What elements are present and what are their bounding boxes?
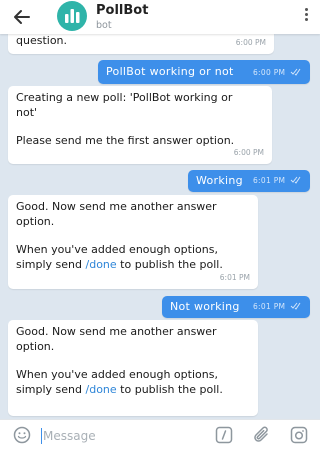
message-text: Creating a new poll: 'PollBot working or [16, 91, 233, 104]
message-composer [0, 419, 320, 450]
more-options-button[interactable] [300, 8, 312, 26]
camera-button[interactable] [289, 425, 309, 445]
smiley-icon [13, 426, 31, 444]
message-outgoing[interactable]: PollBot working or not 6:00 PM [98, 60, 310, 84]
attach-button[interactable] [252, 424, 272, 446]
message-time: 6:01 PM [252, 301, 286, 311]
message-outgoing[interactable]: Not working 6:01 PM [162, 296, 310, 318]
avatar[interactable] [57, 1, 87, 31]
message-text: PollBot working or not [106, 65, 234, 78]
message-input[interactable] [43, 426, 203, 446]
message-outgoing[interactable]: Working 6:01 PM [188, 170, 310, 192]
chat-subtitle: bot [96, 20, 112, 31]
message-list[interactable]: question. 6:00 PM PollBot working or not… [0, 34, 320, 419]
chat-header: PollBot bot [0, 0, 320, 34]
done-command-link[interactable]: /done [86, 258, 117, 271]
text-cursor [41, 428, 42, 444]
double-check-icon [290, 68, 301, 76]
message-text: simply send /done to publish the poll. [16, 257, 223, 271]
message-time: 6:00 PM [233, 147, 264, 157]
slash-command-icon [215, 426, 233, 444]
message-time: 6:01 PM [219, 272, 250, 282]
message-text: option. [16, 214, 55, 228]
message-meta: 6:01 PM [253, 174, 302, 189]
message-text: Working [196, 174, 243, 187]
back-button[interactable] [10, 5, 34, 29]
message-time: 6:01 PM [252, 175, 286, 185]
message-time: 6:00 PM [235, 37, 266, 47]
message-time: 6:00 PM [252, 67, 286, 77]
message-incoming[interactable]: Good. Now send me another answer option.… [8, 195, 258, 289]
done-command-link[interactable]: /done [86, 383, 117, 396]
message-incoming[interactable]: Good. Now send me another answer option.… [8, 320, 258, 416]
message-meta: 6:00 PM [253, 66, 302, 81]
message-text: option. [16, 339, 55, 353]
more-vertical-icon [300, 8, 312, 21]
camera-icon [290, 426, 308, 444]
message-text: Not working [170, 300, 240, 313]
chat-title[interactable]: PollBot [96, 3, 148, 18]
message-text: Good. Now send me another answer [16, 200, 217, 213]
paperclip-icon [254, 426, 268, 442]
message-text: Good. Now send me another answer [16, 325, 217, 338]
message-meta: 6:01 PM [253, 300, 302, 315]
arrow-left-icon [14, 10, 30, 24]
message-text: When you've added enough options, [16, 368, 218, 381]
bot-command-button[interactable] [214, 425, 234, 445]
message-text: When you've added enough options, [16, 243, 218, 256]
message-text: Please send me the first answer option. [16, 134, 235, 147]
double-check-icon [290, 302, 301, 310]
double-check-icon [290, 176, 301, 184]
message-text: not' [16, 105, 38, 119]
message-text: simply send /done to publish the poll. [16, 382, 223, 396]
message-text: question. [16, 34, 68, 47]
emoji-button[interactable] [12, 425, 32, 445]
bar-chart-icon [65, 9, 80, 23]
message-incoming[interactable]: question. 6:00 PM [8, 34, 274, 54]
message-incoming[interactable]: Creating a new poll: 'PollBot working or… [8, 86, 272, 164]
